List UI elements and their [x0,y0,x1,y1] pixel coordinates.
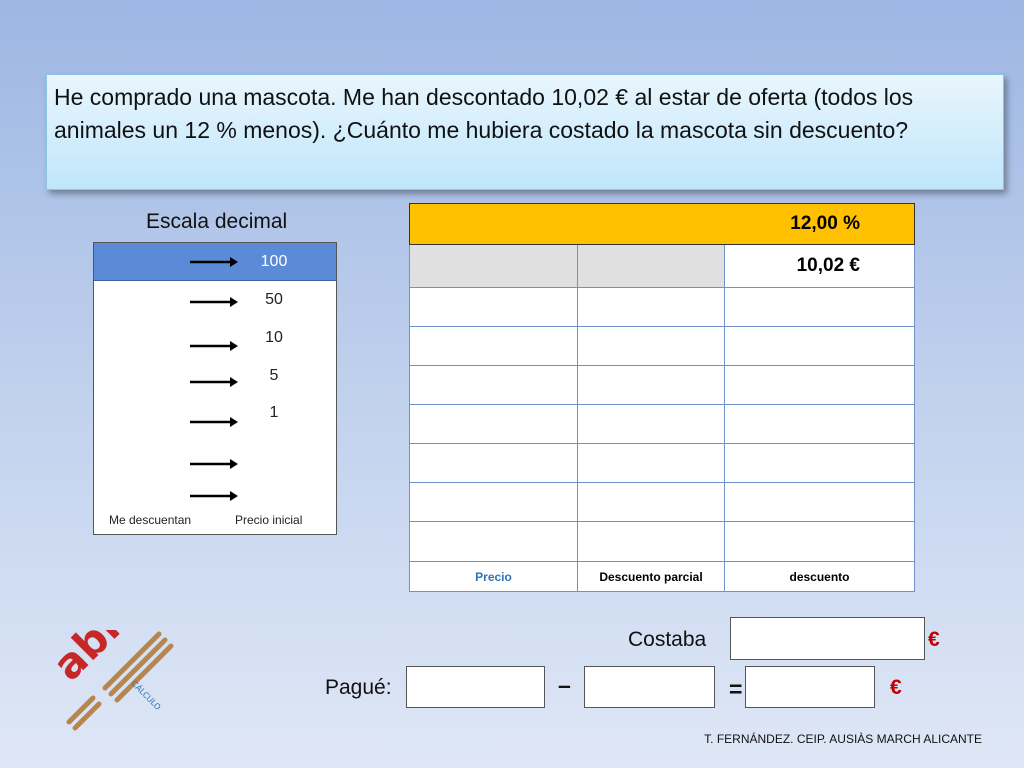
percentage-cell: 12,00 % [409,203,915,245]
grid-cell[interactable] [724,404,915,444]
arrow-right-icon [190,377,238,387]
discount-amount-cell: 10,02 € [724,244,915,288]
arrow-right-icon [190,341,238,351]
credit-text: T. FERNÁNDEZ. CEIP. AUSIÀS MARCH ALICANT… [704,732,982,746]
euro-sign: € [890,676,902,699]
abn-logo-icon: abn CÁLCULO [55,630,174,731]
grid-cell[interactable] [409,404,578,444]
grid-cell[interactable] [724,482,915,522]
scale-value: 5 [269,367,279,384]
grid-cell[interactable] [409,482,578,522]
paid-operand-2-input[interactable] [584,666,715,708]
grid-cell[interactable] [409,326,578,366]
grid-cell[interactable] [577,365,725,405]
table-row [409,443,915,483]
grid-cell[interactable] [409,443,578,483]
problem-statement: He comprado una mascota. Me han desconta… [46,74,1004,190]
column-label-discount: descuento [724,561,915,592]
grid-cell[interactable] [577,326,725,366]
decimal-scale-box: 100 50 10 5 1 Me descuentan Precio inici… [93,242,337,535]
grid-cell[interactable] [724,521,915,562]
scale-footer-initial-price: Precio inicial [235,513,303,527]
pague-label: Pagué: [325,676,392,699]
column-label-price: Precio [409,561,578,592]
grid-cell[interactable] [577,443,725,483]
paid-result-input[interactable] [745,666,875,708]
table-row [409,365,915,405]
arrow-right-icon [190,417,238,427]
table-row [409,521,915,562]
arrow-right-icon [190,257,238,267]
table-row [409,482,915,522]
grid-cell[interactable] [724,326,915,366]
grid-cell[interactable] [724,443,915,483]
scale-header-row: 100 [94,243,336,281]
grid-cell [577,244,725,288]
paid-operand-1-input[interactable] [406,666,545,708]
calculation-grid: 12,00 % 10,02 € Precio Descuento parcial… [409,203,915,592]
grid-cell[interactable] [409,521,578,562]
scale-value: 100 [260,253,288,270]
grid-cell[interactable] [577,521,725,562]
arrow-right-icon [190,297,238,307]
grid-cell[interactable] [577,404,725,444]
equals-sign: = [729,676,743,702]
grid-cell[interactable] [577,287,725,327]
scale-value: 1 [269,404,279,421]
grid-header-row: 12,00 % [409,203,915,245]
column-label-partial-discount: Descuento parcial [577,561,725,592]
scale-value: 10 [265,329,283,346]
grid-cell[interactable] [409,287,578,327]
grid-first-row: 10,02 € [409,244,915,288]
grid-footer-row: Precio Descuento parcial descuento [409,561,915,592]
table-row [409,287,915,327]
grid-cell[interactable] [724,287,915,327]
scale-footer-discount: Me descuentan [109,513,192,527]
grid-cell [409,244,578,288]
scale-value: 50 [265,291,283,308]
table-row [409,404,915,444]
arrow-right-icon [190,459,238,469]
costaba-label: Costaba [628,628,707,651]
table-row [409,326,915,366]
grid-cell[interactable] [577,482,725,522]
original-price-input[interactable] [730,617,925,660]
euro-sign: € [928,628,940,651]
grid-cell[interactable] [724,365,915,405]
grid-cell[interactable] [409,365,578,405]
minus-sign: – [558,672,571,698]
arrow-right-icon [190,491,238,501]
scale-title: Escala decimal [146,210,288,233]
logo-subtitle: CÁLCULO [130,678,164,712]
